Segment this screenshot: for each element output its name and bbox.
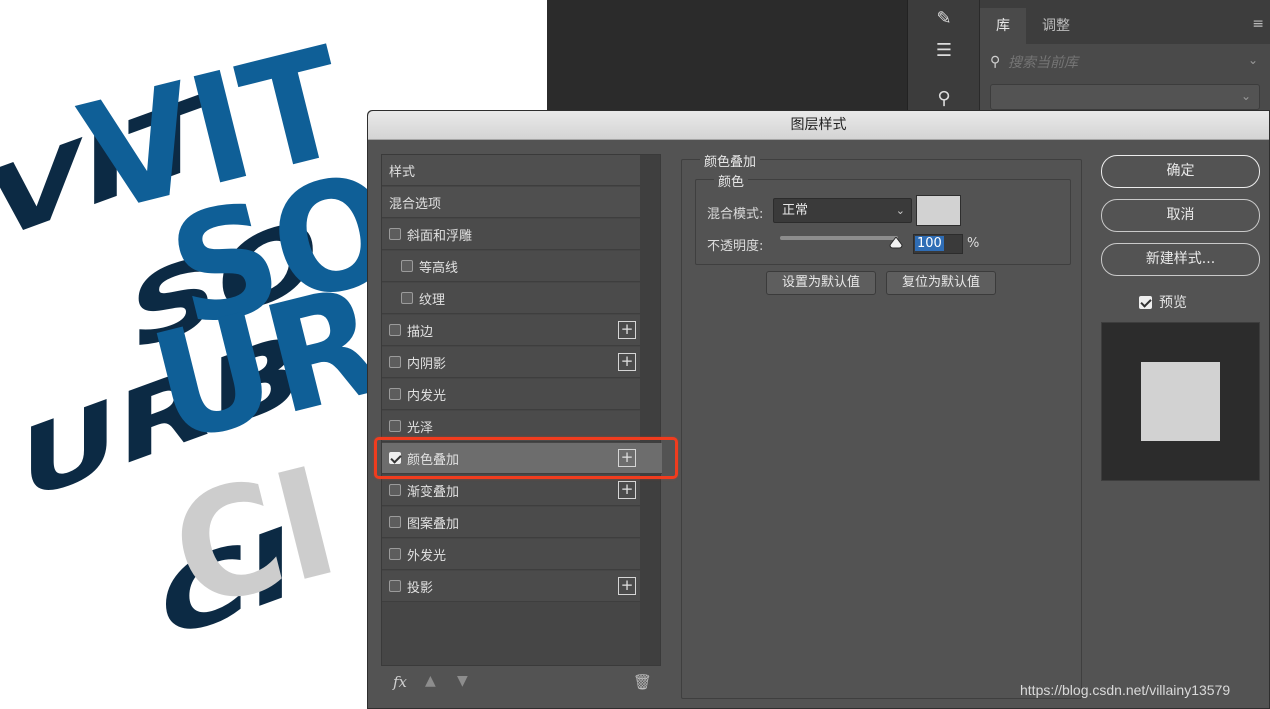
add-effect-icon[interactable]: +	[618, 481, 636, 499]
set-default-button[interactable]: 设置为默认值	[766, 271, 876, 295]
reset-default-button[interactable]: 复位为默认值	[886, 271, 996, 295]
opacity-value: 100	[915, 236, 944, 251]
preview-swatch	[1141, 362, 1220, 441]
move-up-icon[interactable]: ▲	[425, 673, 436, 689]
library-search-input[interactable]	[1008, 54, 1228, 70]
cancel-button[interactable]: 取消	[1101, 199, 1260, 232]
style-list: 样式 混合选项 斜面和浮雕 等高线 纹理 描边 + 内阴影 + 内发光 光泽 颜色叠加 + 渐变叠加 + 图案…	[381, 154, 662, 666]
library-panel: 库 调整 ≡ ⚲ ⌄ ⌄	[979, 0, 1270, 112]
chevron-down-icon: ⌄	[895, 204, 905, 217]
preview-label: 预览	[1159, 295, 1187, 311]
style-checkbox[interactable]	[389, 356, 401, 368]
preview-toggle[interactable]: 预览	[1139, 292, 1187, 312]
style-row-label: 纹理	[419, 292, 446, 308]
style-checkbox[interactable]	[389, 580, 401, 592]
document-background	[547, 0, 907, 112]
style-row-label: 等高线	[419, 260, 459, 276]
panel-menu-icon[interactable]: ≡	[1252, 16, 1264, 32]
style-list-scrollbar[interactable]	[640, 155, 660, 665]
section-title: 颜色叠加	[700, 151, 761, 170]
style-preview	[1101, 322, 1260, 481]
tab-adjustments[interactable]: 调整	[1026, 8, 1086, 44]
style-checkbox[interactable]	[389, 420, 401, 432]
style-row[interactable]: 图案叠加	[382, 507, 640, 538]
move-down-icon[interactable]: ▼	[457, 673, 468, 689]
overlay-color-swatch[interactable]	[916, 195, 961, 226]
style-checkbox[interactable]	[389, 484, 401, 496]
style-row[interactable]: 描边 +	[382, 315, 640, 346]
opacity-input[interactable]: 100	[913, 234, 963, 254]
library-select[interactable]: ⌄	[990, 84, 1260, 110]
chevron-down-icon[interactable]: ⌄	[1248, 53, 1258, 67]
opacity-slider-fill	[780, 236, 898, 240]
style-row-label: 外发光	[407, 548, 447, 564]
style-checkbox[interactable]	[389, 228, 401, 240]
style-row[interactable]: 内发光	[382, 379, 640, 410]
style-checkbox[interactable]	[389, 548, 401, 560]
style-row-label: 描边	[407, 324, 434, 340]
opacity-slider-thumb[interactable]	[889, 237, 903, 249]
style-row[interactable]: 斜面和浮雕	[382, 219, 640, 250]
style-row-label: 投影	[407, 580, 434, 596]
fx-icon[interactable]: fx	[393, 673, 407, 691]
style-row-label: 图案叠加	[407, 516, 460, 532]
ok-button[interactable]: 确定	[1101, 155, 1260, 188]
style-row-label: 样式	[389, 164, 416, 180]
style-checkbox[interactable]	[389, 516, 401, 528]
style-list-footer: fx ▲ ▼ 🗑	[381, 667, 661, 699]
style-checkbox[interactable]	[401, 260, 413, 272]
style-row[interactable]: 等高线	[382, 251, 640, 282]
adjust-sliders-icon[interactable]: ☰	[930, 40, 958, 66]
style-row-label: 斜面和浮雕	[407, 228, 473, 244]
watermark-url: https://blog.csdn.net/villainy13579	[1020, 682, 1231, 698]
style-row[interactable]: 内阴影 +	[382, 347, 640, 378]
add-effect-icon[interactable]: +	[618, 577, 636, 595]
style-row-label: 光泽	[407, 420, 434, 436]
add-effect-icon[interactable]: +	[618, 353, 636, 371]
library-tabs: 库 调整 ≡	[980, 0, 1270, 44]
style-row[interactable]: 渐变叠加 +	[382, 475, 640, 506]
preview-checkbox[interactable]	[1139, 295, 1152, 309]
new-style-button[interactable]: 新建样式...	[1101, 243, 1260, 276]
brush-preset-icon[interactable]: ✎	[930, 8, 958, 34]
style-checkbox[interactable]	[389, 324, 401, 336]
style-row-label: 内发光	[407, 388, 447, 404]
style-checkbox[interactable]	[389, 388, 401, 400]
blend-mode-select[interactable]: 正常 ⌄	[773, 198, 912, 223]
style-checkbox[interactable]	[401, 292, 413, 304]
search-icon: ⚲	[990, 54, 1001, 70]
trash-icon[interactable]: 🗑	[633, 673, 652, 691]
chevron-down-icon: ⌄	[1240, 89, 1251, 103]
style-row-label: 混合选项	[389, 196, 442, 212]
blend-mode-value: 正常	[782, 203, 809, 218]
blend-mode-label: 混合模式:	[707, 207, 764, 222]
add-effect-icon[interactable]: +	[618, 321, 636, 339]
style-row-label: 内阴影	[407, 356, 447, 372]
dialog-title: 图层样式	[368, 111, 1269, 140]
opacity-slider-track[interactable]	[780, 236, 898, 240]
opacity-label: 不透明度:	[707, 239, 764, 254]
layer-style-dialog: 图层样式 样式 混合选项 斜面和浮雕 等高线 纹理 描边 + 内阴影 + 内发光 光泽 颜色叠加 + 渐变…	[367, 110, 1270, 709]
tab-library[interactable]: 库	[980, 8, 1026, 44]
highlight-annotation	[374, 437, 678, 479]
style-row[interactable]: 外发光	[382, 539, 640, 570]
style-row[interactable]: 混合选项	[382, 187, 640, 218]
style-row[interactable]: 样式	[382, 155, 640, 186]
tool-strip: ✎ ☰ ⚲	[907, 0, 979, 112]
style-row-label: 渐变叠加	[407, 484, 460, 500]
opacity-unit: %	[967, 236, 980, 251]
style-row[interactable]: 投影 +	[382, 571, 640, 602]
group-title: 颜色	[714, 171, 749, 190]
library-search: ⚲ ⌄	[980, 44, 1270, 80]
style-row[interactable]: 纹理	[382, 283, 640, 314]
